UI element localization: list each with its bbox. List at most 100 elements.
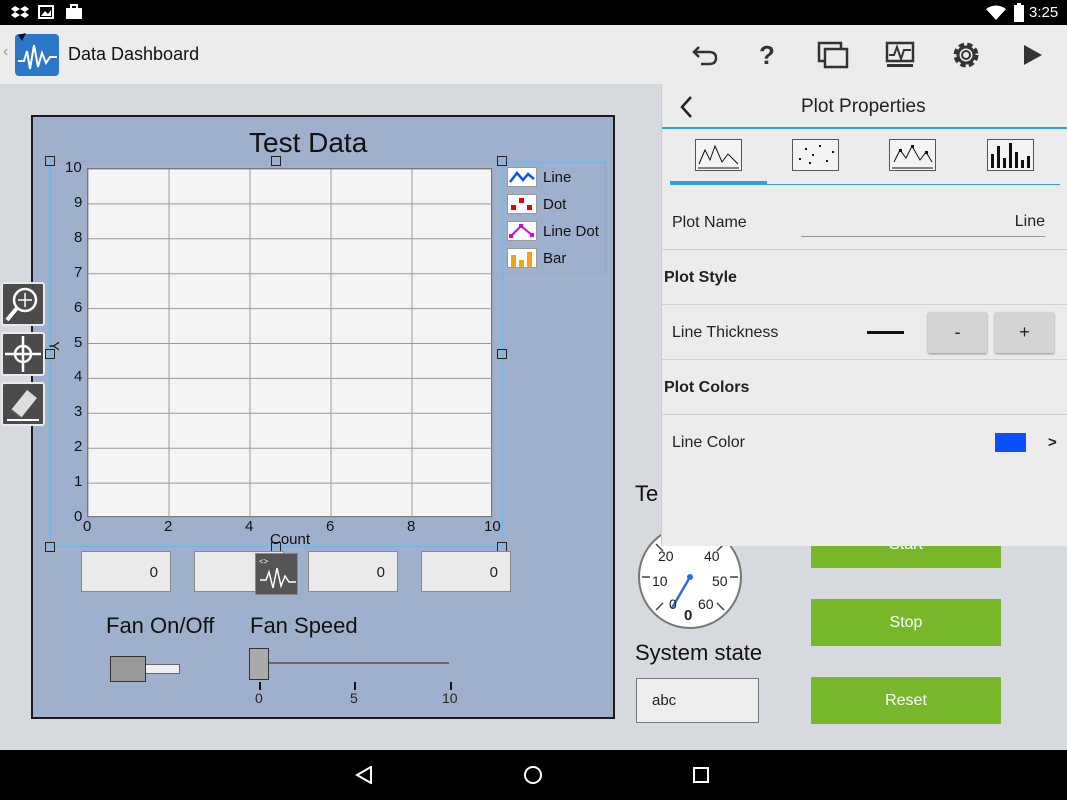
reset-button[interactable]: Reset <box>811 677 1001 724</box>
legend-dot-label: Dot <box>543 196 567 213</box>
panel-title: Plot Properties <box>801 96 926 117</box>
gauge-tick-label: 60 <box>698 596 714 612</box>
zoom-icon[interactable] <box>1 282 45 326</box>
resize-handle-mr[interactable] <box>497 349 507 359</box>
pages-icon[interactable] <box>813 35 853 75</box>
nav-bar <box>0 750 1067 800</box>
x-tick-label: 2 <box>164 518 173 535</box>
numeric-indicator[interactable]: 0 <box>308 551 398 592</box>
plot-colors-row: Plot Colors <box>662 360 1067 415</box>
plot-style-header: Plot Style <box>664 269 737 286</box>
undo-icon[interactable] <box>685 35 725 75</box>
title-underline <box>662 127 1067 129</box>
line-color-row[interactable]: Line Color > <box>662 415 1067 470</box>
legend-dot-icon <box>507 194 537 214</box>
line-thickness-preview <box>867 331 904 334</box>
gauge-value: 0 <box>684 607 693 624</box>
plot-name-input[interactable]: Line <box>801 213 1045 237</box>
x-axis-label: Count <box>270 531 311 548</box>
slider-tick <box>450 682 452 690</box>
wifi-icon <box>986 5 1006 21</box>
legend-line-dot-label: Line Dot <box>543 223 599 240</box>
action-bar: ‹ Data Dashboard ? <box>0 25 1067 84</box>
fan-on-off-label: Fan On/Off <box>106 613 215 638</box>
legend-bar-icon <box>507 248 537 268</box>
y-axis-label: Y <box>46 341 63 351</box>
plot-icon[interactable] <box>880 35 920 75</box>
x-tick-label: 10 <box>484 518 501 535</box>
stop-button[interactable]: Stop <box>811 599 1001 646</box>
x-tick-label: 4 <box>245 518 254 535</box>
y-tick-label: 8 <box>74 228 83 246</box>
y-tick-label: 0 <box>74 508 83 525</box>
y-tick-label: 5 <box>74 333 83 351</box>
image-notification-icon <box>38 5 54 19</box>
line-dot-style-tab[interactable] <box>889 139 936 171</box>
app-logo-icon[interactable] <box>14 31 61 78</box>
y-tick-label: 10 <box>65 159 82 176</box>
nav-back-icon[interactable] <box>354 765 375 785</box>
run-icon[interactable] <box>1013 35 1053 75</box>
svg-text:<>: <> <box>259 557 269 566</box>
line-thickness-row: Line Thickness - + <box>662 305 1067 360</box>
drag-widget-icon[interactable]: <> <box>255 553 298 595</box>
gauge-tick-label: 20 <box>658 548 674 564</box>
tab-baseline <box>670 184 1060 185</box>
line-color-swatch[interactable] <box>995 433 1026 452</box>
bar-style-tab[interactable] <box>987 139 1034 171</box>
resize-handle-tr[interactable] <box>497 156 507 166</box>
slider-track <box>259 662 449 664</box>
back-chevron-icon[interactable]: ‹ <box>3 43 8 61</box>
y-tick-label: 4 <box>74 368 83 386</box>
y-tick-label: 7 <box>74 263 83 281</box>
back-arrow-icon[interactable] <box>678 94 698 120</box>
slider-tick-label: 5 <box>350 690 358 706</box>
fan-speed-slider[interactable]: 0 5 10 <box>249 648 458 708</box>
fan-speed-label: Fan Speed <box>250 613 358 638</box>
plot-grid <box>87 168 494 519</box>
slider-tick <box>259 682 261 690</box>
plot-properties-panel: Plot Properties Plot Name Line Plot Styl… <box>661 84 1067 546</box>
slider-thumb[interactable] <box>249 648 269 680</box>
fan-toggle-knob[interactable] <box>110 656 146 682</box>
plot-name-label: Plot Name <box>672 214 747 231</box>
fan-toggle-track <box>140 664 180 674</box>
x-tick-label: 0 <box>83 518 92 535</box>
gear-icon[interactable] <box>946 35 986 75</box>
resize-handle-tl[interactable] <box>45 156 55 166</box>
plot-area[interactable] <box>87 168 494 519</box>
legend-bar-label: Bar <box>543 250 567 267</box>
fan-toggle[interactable] <box>110 656 180 682</box>
gauge-label: Te <box>635 481 659 506</box>
slider-tick-label: 0 <box>255 690 263 706</box>
clock-time: 3:25 <box>1029 4 1059 21</box>
y-tick-label: 3 <box>74 403 83 421</box>
gauge-tick-label: 0 <box>669 596 677 612</box>
system-state-field[interactable]: abc <box>636 678 759 723</box>
resize-handle-bl[interactable] <box>45 542 55 552</box>
thickness-decrease-button[interactable]: - <box>928 312 987 353</box>
status-bar: 3:25 <box>0 0 1067 25</box>
resize-handle-tm[interactable] <box>271 156 281 166</box>
nav-recents-icon[interactable] <box>693 767 709 783</box>
gauge-tick-label: 50 <box>712 573 728 589</box>
y-tick-label: 6 <box>74 298 83 316</box>
legend-line-dot-icon <box>507 221 537 241</box>
eraser-icon[interactable] <box>1 382 45 426</box>
legend-line-icon <box>507 167 537 187</box>
line-style-tab[interactable] <box>695 139 742 171</box>
numeric-indicator[interactable]: 0 <box>81 551 171 592</box>
chart-title: Test Data <box>249 127 368 158</box>
dot-style-tab[interactable] <box>792 139 839 171</box>
y-tick-label: 2 <box>74 438 83 456</box>
numeric-indicator[interactable]: 0 <box>421 551 511 592</box>
gauge-tick-label: 40 <box>704 548 720 564</box>
line-color-label: Line Color <box>672 434 745 451</box>
slider-tick-label: 10 <box>442 690 458 706</box>
help-icon[interactable]: ? <box>747 35 787 75</box>
briefcase-icon <box>65 4 83 20</box>
chevron-right-icon[interactable]: > <box>1048 434 1057 451</box>
thickness-increase-button[interactable]: + <box>995 312 1054 353</box>
cursor-icon[interactable] <box>1 332 45 376</box>
nav-home-icon[interactable] <box>523 765 543 785</box>
